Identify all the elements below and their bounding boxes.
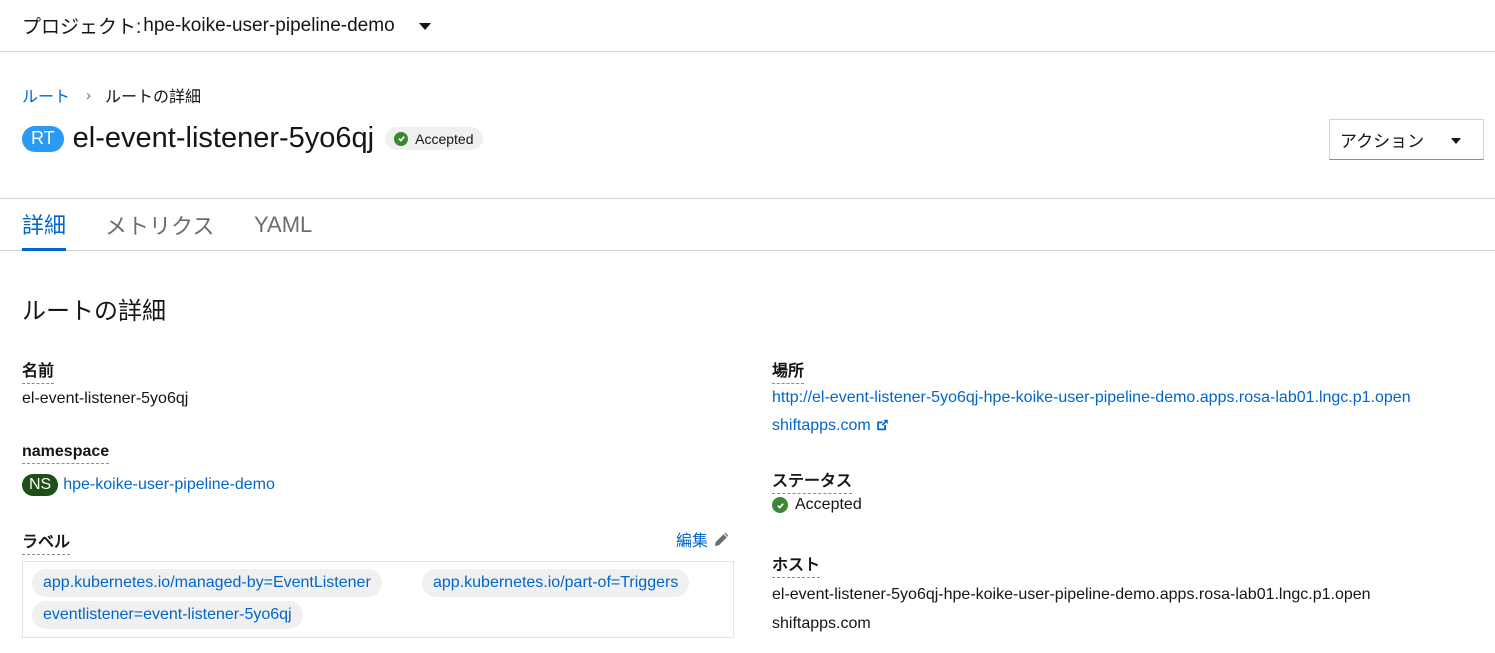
resource-kind-badge: RT	[22, 125, 64, 152]
edit-label: 編集	[676, 533, 709, 550]
caret-down-icon	[418, 23, 431, 30]
actions-label: アクション	[1340, 132, 1425, 151]
external-link-icon	[876, 419, 888, 431]
check-circle-icon	[394, 131, 409, 146]
breadcrumb: ルート › ルートの詳細	[22, 83, 201, 107]
chevron-right-icon: ›	[86, 86, 92, 104]
status-label: ステータス	[772, 467, 853, 494]
host-value: el-event-listener-5yo6qj-hpe-koike-user-…	[772, 586, 1371, 632]
status-badge-label: Accepted	[415, 130, 474, 147]
name-value: el-event-listener-5yo6qj	[22, 390, 189, 407]
page-heading: RT el-event-listener-5yo6qj Accepted	[22, 122, 484, 155]
page-title: el-event-listener-5yo6qj	[72, 122, 375, 154]
project-label: プロジェクト:	[22, 17, 142, 38]
location-url: http://el-event-listener-5yo6qj-hpe-koik…	[772, 389, 1411, 434]
edit-labels-button[interactable]: 編集	[676, 527, 730, 551]
project-selector[interactable]: プロジェクト: hpe-koike-user-pipeline-demo	[22, 12, 431, 39]
project-bar: プロジェクト: hpe-koike-user-pipeline-demo	[0, 0, 1495, 52]
breadcrumb-routes-link[interactable]: ルート	[22, 83, 70, 107]
label-chip[interactable]: eventlistener=event-listener-5yo6qj	[32, 601, 303, 629]
section-title: ルートの詳細	[22, 298, 166, 325]
project-name: hpe-koike-user-pipeline-demo	[143, 14, 395, 36]
location-label: 場所	[772, 357, 805, 384]
breadcrumb-current: ルートの詳細	[105, 89, 202, 106]
namespace-kind-badge: NS	[22, 474, 59, 496]
status-value: Accepted	[772, 496, 862, 514]
check-circle-icon	[772, 497, 788, 513]
label-chip[interactable]: app.kubernetes.io/managed-by=EventListen…	[32, 569, 382, 597]
status-badge: Accepted	[385, 127, 484, 150]
namespace-link[interactable]: hpe-koike-user-pipeline-demo	[63, 476, 275, 493]
namespace-value: NS hpe-koike-user-pipeline-demo	[22, 474, 275, 496]
name-label: 名前	[22, 357, 55, 384]
pencil-icon	[714, 532, 729, 546]
actions-dropdown[interactable]: アクション	[1329, 119, 1484, 160]
host-label: ホスト	[772, 551, 821, 578]
labels-label: ラベル	[22, 528, 71, 555]
tab-bar: 詳細 メトリクス YAML	[0, 199, 1495, 251]
location-link[interactable]: http://el-event-listener-5yo6qj-hpe-koik…	[772, 384, 1412, 440]
label-chip[interactable]: app.kubernetes.io/part-of=Triggers	[422, 569, 690, 597]
labels-list: app.kubernetes.io/managed-by=EventListen…	[22, 561, 734, 638]
caret-down-icon	[1451, 138, 1461, 144]
namespace-label: namespace	[22, 443, 110, 464]
tab-metrics[interactable]: メトリクス	[105, 199, 214, 251]
status-text: Accepted	[795, 496, 862, 513]
tab-yaml[interactable]: YAML	[254, 199, 312, 251]
tab-details[interactable]: 詳細	[22, 199, 67, 251]
